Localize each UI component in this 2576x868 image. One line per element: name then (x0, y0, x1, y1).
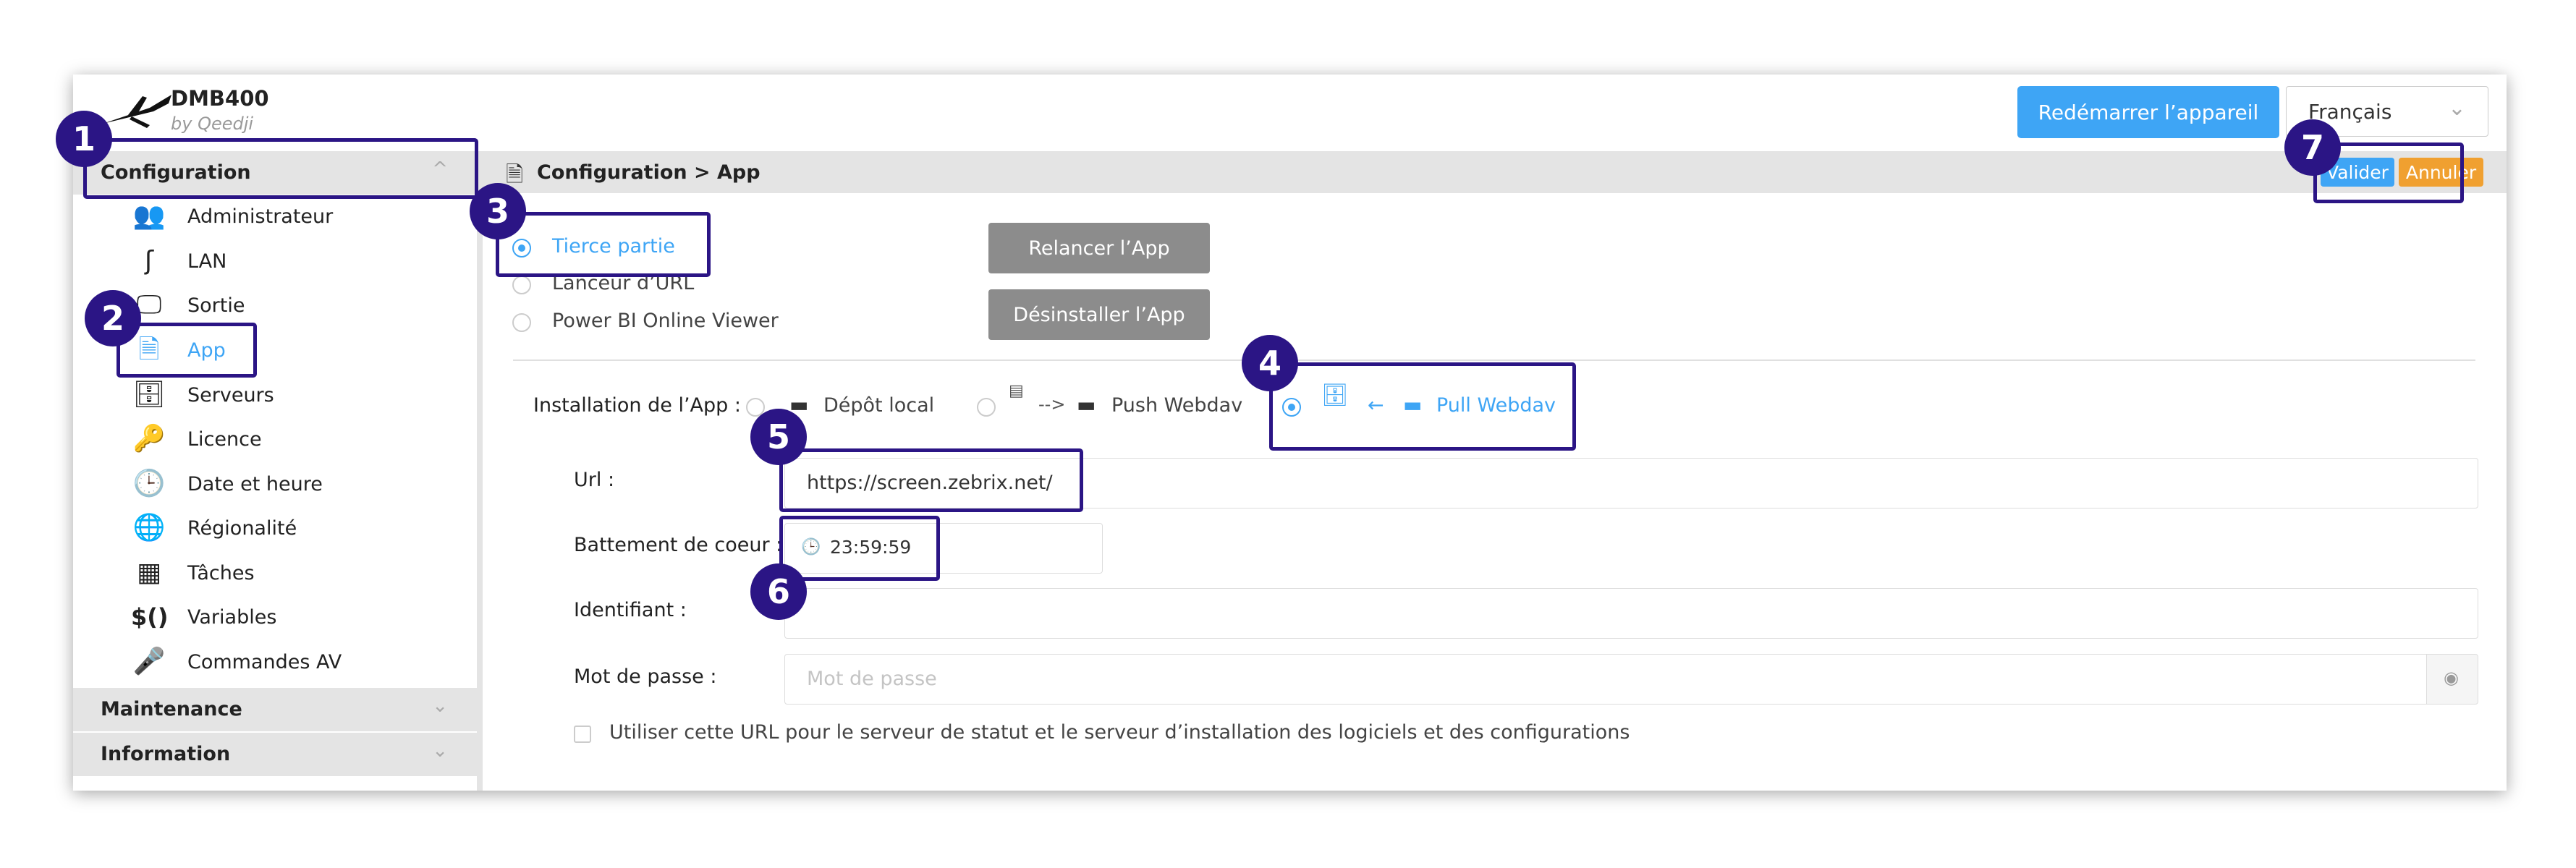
breadcrumb: Configuration > App (537, 161, 760, 184)
sidebar-item-lan[interactable]: ʃ LAN (131, 242, 449, 281)
sidebar-item-label: Régionalité (187, 517, 297, 540)
chevron-down-icon: ⌄ (432, 695, 448, 717)
brand-name: DMB400 (171, 86, 269, 111)
key-icon: 🔑 (132, 424, 166, 454)
uninstall-app-button[interactable]: Désinstaller l’App (988, 289, 1210, 340)
app-window: DMB400 by Qeedji Redémarrer l’appareil F… (56, 75, 2507, 791)
sidebar-item-label: Licence (187, 428, 262, 451)
sidebar-item-date-heure[interactable]: 🕒 Date et heure (131, 464, 449, 503)
show-password-button[interactable]: ◉ (2426, 654, 2478, 705)
restart-device-button[interactable]: Redémarrer l’appareil (2017, 86, 2279, 138)
sidebar-item-label: Date et heure (187, 473, 323, 495)
sidebar-item-label: Serveurs (187, 384, 274, 407)
password-input[interactable]: Mot de passe (784, 654, 2427, 705)
eye-icon: ◉ (2444, 668, 2459, 688)
install-push-webdav-label: Push Webdav (1111, 394, 1243, 417)
relaunch-app-button[interactable]: Relancer l’App (988, 223, 1210, 273)
annotation-number-5: 5 (750, 409, 807, 465)
status-server-checkbox-label: Utiliser cette URL pour le serveur de st… (609, 721, 1630, 744)
hard-drive-icon: ▬ (1077, 393, 1096, 417)
calendar-icon: ▦ (136, 558, 161, 587)
sidebar-item-variables[interactable]: $() Variables (131, 597, 449, 637)
sidebar-item-label: Sortie (187, 294, 245, 317)
annotation-box-1 (83, 138, 478, 199)
install-push-webdav-radio[interactable] (977, 398, 996, 417)
server-icon: 🗄 (132, 380, 166, 409)
breadcrumb-bar: 🗎 Configuration > App (483, 151, 2507, 193)
chevron-down-icon: ⌄ (2447, 95, 2466, 121)
chevron-down-icon: ⌄ (432, 740, 448, 762)
annotation-box-4 (1269, 362, 1576, 451)
sidebar-section-information[interactable]: Information ⌄ (73, 733, 477, 776)
sidebar-item-serveurs[interactable]: 🗄 Serveurs (131, 375, 449, 414)
heartbeat-label: Battement de coeur : (574, 534, 783, 556)
sidebar-item-commandes-av[interactable]: 🎤 Commandes AV (131, 642, 449, 681)
annotation-number-3: 3 (470, 183, 526, 239)
app-type-powerbi-label: Power BI Online Viewer (552, 310, 779, 332)
sidebar: Configuration ^ 👥 Administrateur ʃ LAN 🖵… (73, 151, 483, 791)
sidebar-section-label: Maintenance (101, 698, 242, 720)
globe-icon: 🌐 (132, 513, 166, 542)
password-label: Mot de passe : (574, 665, 717, 688)
annotation-number-4: 4 (1242, 335, 1298, 391)
status-server-checkbox[interactable] (574, 726, 591, 743)
users-gear-icon: 👥 (132, 201, 166, 231)
install-local-label: Dépôt local (823, 394, 935, 417)
annotation-number-6: 6 (750, 563, 807, 620)
microphone-icon: 🎤 (132, 647, 166, 676)
cable-icon: ʃ (144, 246, 154, 276)
divider (513, 359, 2475, 361)
annotation-number-7: 7 (2284, 119, 2341, 176)
identifier-label: Identifiant : (574, 599, 687, 621)
install-label: Installation de l’App : (533, 394, 741, 417)
sidebar-item-label: Commandes AV (187, 651, 342, 673)
password-placeholder: Mot de passe (807, 668, 937, 690)
sidebar-item-label: LAN (187, 250, 227, 273)
dollar-variable-icon: $() (131, 603, 169, 631)
sidebar-item-regionalite[interactable]: 🌐 Régionalité (131, 509, 449, 548)
arrow-right-icon: --> (1038, 394, 1066, 414)
annotation-number-2: 2 (85, 290, 141, 346)
identifier-input[interactable] (784, 588, 2478, 639)
clock-icon: 🕒 (132, 469, 166, 498)
sidebar-item-label: Tâches (187, 562, 255, 584)
annotation-box-6 (779, 516, 940, 581)
sidebar-section-label: Information (101, 743, 231, 765)
sidebar-section-maintenance[interactable]: Maintenance ⌄ (73, 688, 477, 731)
annotation-number-1: 1 (56, 111, 112, 167)
sidebar-item-taches[interactable]: ▦ Tâches (131, 553, 449, 592)
url-label: Url : (574, 469, 615, 491)
annotation-box-3 (496, 212, 711, 277)
sidebar-item-sortie[interactable]: 🖵 Sortie (131, 286, 449, 325)
app-type-powerbi-radio[interactable] (512, 313, 531, 332)
sidebar-item-licence[interactable]: 🔑 Licence (131, 420, 449, 459)
sidebar-item-label: Administrateur (187, 205, 334, 228)
binary-file-icon: ▤ (1009, 382, 1024, 400)
app-type-url-launcher-radio[interactable] (512, 276, 531, 294)
sidebar-item-administrateur[interactable]: 👥 Administrateur (131, 197, 449, 236)
brand-subtitle: by Qeedji (171, 114, 254, 134)
sidebar-item-label: Variables (187, 606, 277, 629)
annotation-box-5 (779, 448, 1083, 512)
